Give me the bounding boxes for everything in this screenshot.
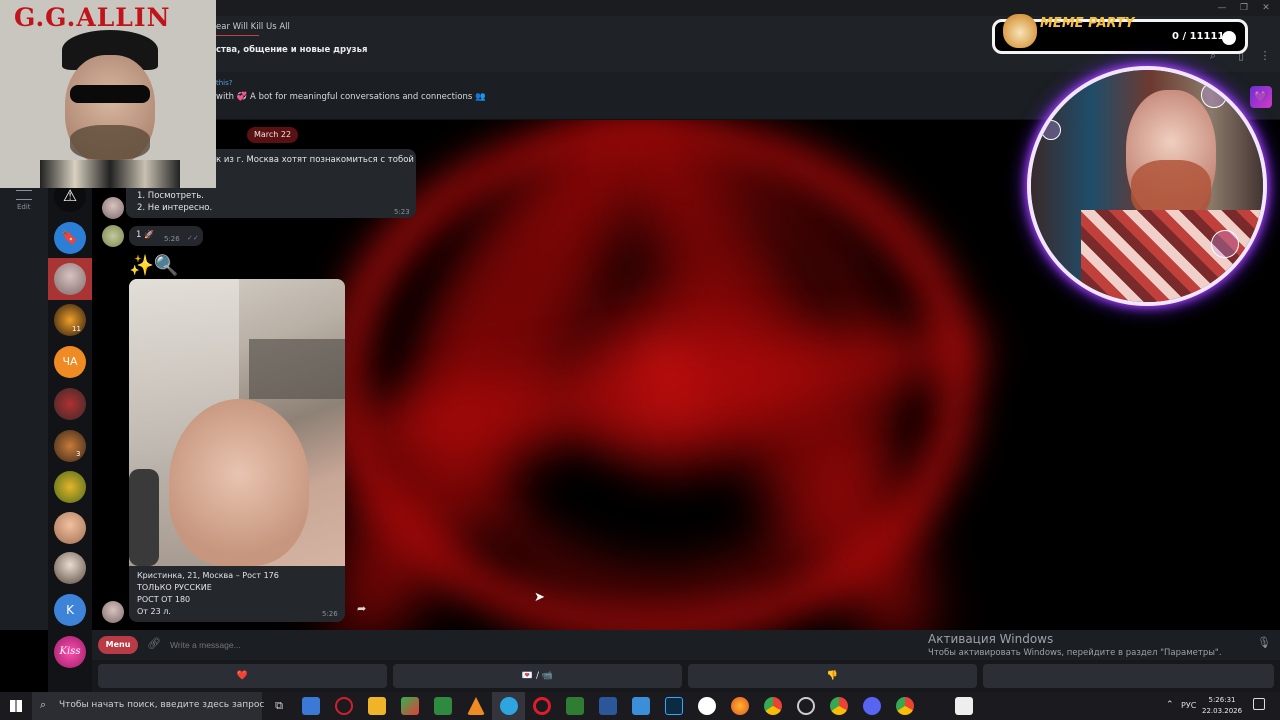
caption-line-3: РОСТ ОТ 180	[137, 595, 191, 604]
app-icon-17[interactable]	[797, 697, 815, 715]
tray-chevron-icon[interactable]: ⌃	[1166, 700, 1174, 710]
doge-icon	[1003, 14, 1037, 48]
user-avatar[interactable]	[102, 225, 124, 247]
folders-settings-icon[interactable]	[16, 190, 32, 200]
windows-start-icon[interactable]	[10, 700, 22, 712]
clock-time: 5:26:31	[1208, 696, 1236, 704]
taskbar-clock[interactable]: 5:26:31 22.03.2026	[1202, 695, 1242, 717]
unread-badge: 3	[76, 450, 81, 458]
message-reply: 1	[136, 230, 142, 240]
attach-icon[interactable]: 🔗︎	[147, 637, 161, 650]
capcut-app-icon[interactable]	[955, 697, 973, 715]
profile-card[interactable]: Кристинка, 21, Москва – Рост 176 ТОЛЬКО …	[129, 279, 345, 622]
chat-avatar-cha[interactable]: ЧА	[54, 346, 86, 378]
chrome-app-icon[interactable]	[764, 697, 782, 715]
message-time: 5:26	[322, 610, 338, 618]
unread-badge: 11	[72, 325, 81, 333]
dislike-button[interactable]: 👎	[688, 664, 977, 688]
minimize-button[interactable]: —	[1212, 1, 1232, 15]
meme-party-title: MEME PARTY	[1040, 16, 1135, 31]
message-input[interactable]	[170, 638, 870, 652]
microphone-icon[interactable]: 🎙︎	[1257, 636, 1271, 649]
chrome-app-icon-2[interactable]	[830, 697, 848, 715]
caption-line-1: Кристинка, 21, Москва – Рост 176	[137, 571, 279, 580]
coin-icon	[1222, 31, 1236, 45]
date-separator: March 22	[247, 127, 298, 143]
caption-line-4: От 23 л.	[137, 607, 171, 616]
media-app-icon[interactable]	[566, 697, 584, 715]
excel-like-app-icon[interactable]	[434, 697, 452, 715]
close-button[interactable]: ✕	[1256, 1, 1276, 15]
chat-avatar-8[interactable]	[54, 552, 86, 584]
language-indicator[interactable]: РУС	[1181, 701, 1196, 710]
bot-menu-button[interactable]: Menu	[98, 636, 138, 654]
chat-avatar-2[interactable]	[54, 304, 86, 336]
message-time: 5:26	[164, 235, 180, 243]
chat-avatar-1[interactable]	[54, 263, 86, 295]
opera-app-icon[interactable]	[335, 697, 353, 715]
discord-app-icon[interactable]	[863, 697, 881, 715]
windows-activation-watermark: Активация Windows Чтобы активировать Win…	[928, 632, 1222, 658]
chat-avatar-7[interactable]	[54, 512, 86, 544]
bot-avatar[interactable]	[102, 601, 124, 623]
message-video-button[interactable]: 💌 / 📹	[393, 664, 682, 688]
pinned-main: A bot for meaningful conversations and c…	[250, 92, 473, 102]
title-underline	[216, 35, 259, 36]
chat-avatar-4[interactable]	[54, 388, 86, 420]
restore-button[interactable]: ❐	[1234, 1, 1254, 15]
people-icon: 👥	[475, 92, 486, 102]
sleep-button[interactable]	[983, 664, 1274, 688]
chat-avatar-k[interactable]: K	[54, 594, 86, 626]
gg-allin-title: G.G.ALLIN	[14, 3, 171, 32]
more-menu-icon[interactable]: ⋮	[1258, 49, 1272, 63]
app-icon-4[interactable]	[401, 697, 419, 715]
gg-allin-overlay: G.G.ALLIN	[0, 0, 216, 188]
search-icon: ⌕	[40, 698, 47, 711]
explorer-app-icon[interactable]	[302, 697, 320, 715]
forward-icon[interactable]: ➦	[357, 602, 366, 615]
activation-title: Активация Windows	[928, 632, 1054, 646]
read-checkmarks-icon: ✓✓	[187, 234, 199, 242]
chat-subtitle: ства, общение и новые друзья	[216, 45, 368, 55]
sparkle-icon: 🚀	[144, 230, 155, 239]
chat-title: ear Will Kill Us All	[216, 22, 290, 32]
like-button[interactable]: ❤️	[98, 664, 387, 688]
webcam-overlay	[1027, 66, 1267, 306]
profile-caption: Кристинка, 21, Москва – Рост 176 ТОЛЬКО …	[137, 570, 279, 618]
bot-avatar[interactable]	[102, 197, 124, 219]
chat-avatar-kiss[interactable]: Kiss	[54, 636, 86, 668]
message-option-1: 1. Посмотреть.	[137, 191, 204, 201]
message-text: 1 🚀	[136, 230, 154, 240]
taskbar-search-text: Чтобы начать поиск, введите здесь запрос	[59, 700, 265, 710]
pinned-text: with 💞 A bot for meaningful conversation…	[216, 92, 486, 102]
caption-line-2: ТОЛЬКО РУССКИЕ	[137, 583, 212, 592]
notifications-icon[interactable]	[1253, 698, 1265, 710]
message-text: к из г. Москва хотят познакомиться с тоб…	[216, 155, 414, 165]
yandex-app-icon[interactable]	[698, 697, 716, 715]
opera-gx-app-icon[interactable]	[533, 697, 551, 715]
edit-label[interactable]: Edit	[17, 203, 31, 211]
activation-text: Чтобы активировать Windows, перейдите в …	[928, 648, 1222, 658]
telegram-app-icon[interactable]	[500, 697, 518, 715]
profile-photo[interactable]	[129, 279, 345, 566]
pinned-prefix: with	[216, 92, 235, 102]
emoji-message: ✨🔍	[129, 253, 179, 277]
heart-icon: 💞	[236, 92, 251, 102]
saved-messages-icon[interactable]: 🔖	[54, 222, 86, 254]
word-app-icon[interactable]	[599, 697, 617, 715]
chat-avatar-5[interactable]	[54, 430, 86, 462]
app-icon-12[interactable]	[632, 697, 650, 715]
folder-app-icon[interactable]	[368, 697, 386, 715]
chrome-app-icon-3[interactable]	[896, 697, 914, 715]
task-view-icon[interactable]: ⧉	[270, 697, 288, 715]
mouse-cursor-icon: ➤	[534, 590, 545, 605]
clock-date: 22.03.2026	[1202, 707, 1243, 715]
pinned-tag: this?	[216, 79, 233, 87]
message-option-2: 2. Не интересно.	[137, 203, 213, 213]
photoshop-app-icon[interactable]	[665, 697, 683, 715]
firefox-app-icon[interactable]	[731, 697, 749, 715]
portrait-image	[40, 30, 180, 188]
chat-avatar-6[interactable]	[54, 471, 86, 503]
message-time: 5:23	[394, 208, 410, 216]
